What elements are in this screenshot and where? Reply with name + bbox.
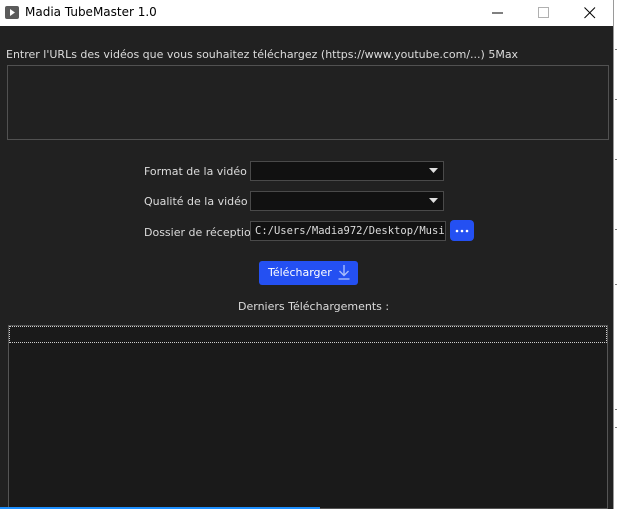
- chevron-down-icon: [429, 198, 438, 203]
- recent-downloads-list[interactable]: [8, 325, 608, 509]
- title-bar[interactable]: Madia TubeMaster 1.0: [0, 0, 613, 26]
- download-arrow-icon: [338, 265, 350, 280]
- destination-folder-input[interactable]: C:/Users/Madia972/Desktop/Music: [250, 221, 446, 241]
- app-window: Madia TubeMaster 1.0 Entrer l'URLs des v…: [0, 0, 614, 509]
- minimize-icon: [492, 12, 503, 14]
- destination-folder-label: Dossier de réception: [144, 226, 258, 239]
- minimize-button[interactable]: [475, 0, 521, 26]
- url-instructions-label: Entrer l'URLs des vidéos que vous souhai…: [6, 48, 519, 61]
- download-button-label: Télécharger: [268, 266, 332, 279]
- format-label: Format de la vidéo: [144, 165, 247, 178]
- window-title: Madia TubeMaster 1.0: [25, 5, 157, 19]
- close-icon: [584, 7, 596, 19]
- close-button[interactable]: [567, 0, 613, 26]
- recent-downloads-title: Derniers Téléchargements :: [238, 300, 390, 313]
- maximize-button[interactable]: [521, 0, 567, 26]
- app-play-icon: [5, 6, 19, 19]
- format-select[interactable]: [250, 161, 444, 181]
- quality-select[interactable]: [250, 191, 444, 211]
- quality-label: Qualité de la vidéo: [144, 195, 248, 208]
- maximize-icon: [538, 7, 549, 18]
- browse-folder-button[interactable]: [450, 220, 474, 241]
- url-textarea[interactable]: [7, 65, 609, 140]
- download-button[interactable]: Télécharger: [259, 261, 358, 285]
- chevron-down-icon: [429, 168, 438, 173]
- list-focus-row[interactable]: [9, 326, 607, 343]
- more-dots-icon: [455, 229, 469, 233]
